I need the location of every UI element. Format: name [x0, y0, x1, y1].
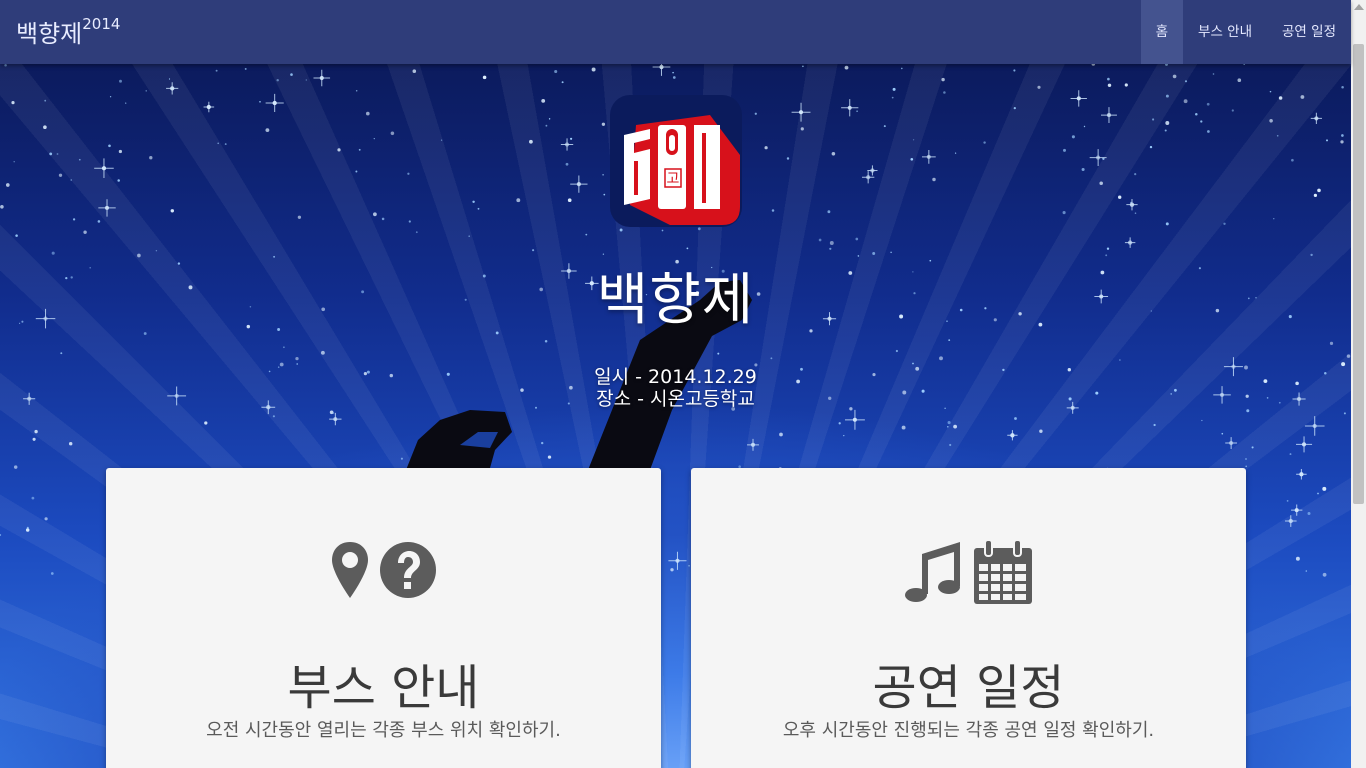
nav-item-booth-guide[interactable]: 부스 안내 — [1183, 0, 1267, 64]
hero-background: 고 백향제 일시 - 2014.12.29 장소 - 시온고등학교 부스 안내 … — [0, 0, 1351, 768]
map-marker-icon — [331, 542, 368, 598]
event-info: 일시 - 2014.12.29 장소 - 시온고등학교 — [0, 366, 1351, 410]
event-date: 일시 - 2014.12.29 — [594, 366, 757, 388]
booth-guide-card[interactable]: 부스 안내 오전 시간동안 열리는 각종 부스 위치 확인하기. — [106, 468, 661, 768]
question-circle-icon — [379, 542, 436, 598]
booth-guide-description: 오전 시간동안 열리는 각종 부스 위치 확인하기. — [206, 720, 561, 741]
card-icons — [691, 540, 1246, 606]
nav-item-home[interactable]: 홈 — [1140, 0, 1184, 64]
event-place: 장소 - 시온고등학교 — [596, 388, 755, 410]
brand-name: 백향제 — [16, 20, 83, 48]
brand-logo[interactable]: 백향제2014 — [16, 14, 120, 49]
brand-year: 2014 — [82, 15, 121, 33]
scroll-up-arrow-icon[interactable] — [1354, 4, 1364, 10]
vertical-scrollbar[interactable] — [1351, 0, 1366, 768]
festival-logo: 고 — [610, 95, 742, 227]
nav-menu: 홈 부스 안내 공연 일정 — [1140, 0, 1351, 64]
page-title: 백향제 — [596, 268, 755, 333]
booth-guide-title: 부스 안내 — [287, 660, 480, 716]
top-navbar: 백향제2014 홈 부스 안내 공연 일정 — [0, 0, 1351, 64]
logo-char: 고 — [667, 171, 680, 187]
nav-item-performance-schedule[interactable]: 공연 일정 — [1267, 0, 1351, 64]
performance-schedule-description: 오후 시간동안 진행되는 각종 공연 일정 확인하기. — [782, 720, 1155, 741]
music-icon — [904, 542, 960, 602]
card-icons — [106, 540, 661, 600]
performance-schedule-title: 공연 일정 — [872, 660, 1065, 716]
performance-schedule-card[interactable]: 공연 일정 오후 시간동안 진행되는 각종 공연 일정 확인하기. — [691, 468, 1246, 768]
calendar-icon — [973, 540, 1032, 604]
scroll-thumb[interactable] — [1353, 44, 1364, 504]
